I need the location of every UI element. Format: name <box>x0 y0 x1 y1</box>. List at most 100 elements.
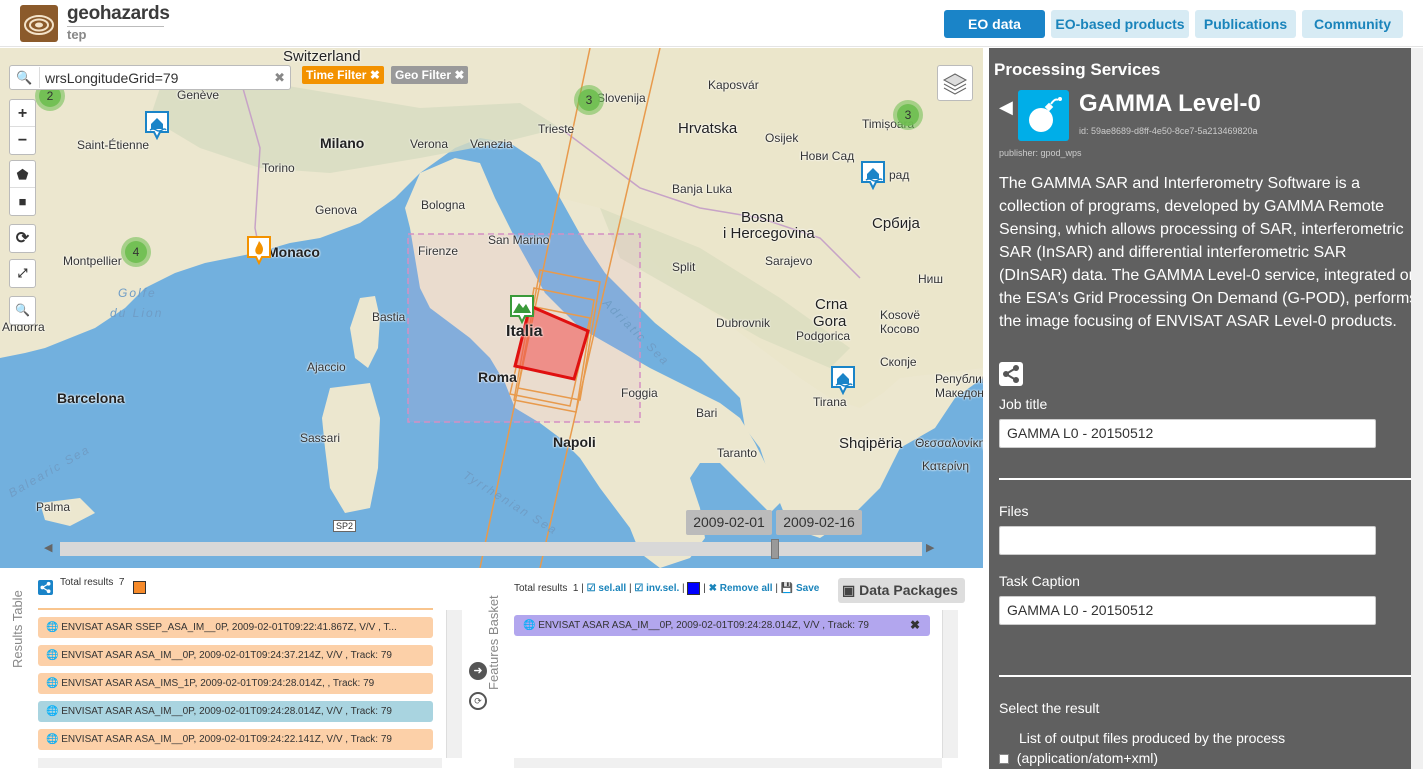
zoom-in-button[interactable]: + <box>10 100 35 127</box>
geo-filter-label: Geo Filter <box>395 68 452 82</box>
map-cluster[interactable]: 4 <box>121 237 151 267</box>
landslide-pin-icon[interactable] <box>509 294 535 324</box>
map-label: Trieste <box>538 122 575 136</box>
nav-eo-based-products[interactable]: EO-based products <box>1051 10 1189 38</box>
geo-filter-tag[interactable]: Geo Filter ✖ <box>391 66 469 84</box>
result-option-checkbox[interactable] <box>999 754 1009 765</box>
map-label: Република <box>935 372 983 386</box>
zoom-out-button[interactable]: − <box>10 127 35 154</box>
timeline-right-arrow-icon[interactable]: ▶ <box>926 541 934 554</box>
basket-color-swatch[interactable] <box>687 582 701 595</box>
map-label: Gora <box>813 313 847 330</box>
basket-hscrollbar[interactable] <box>514 758 942 768</box>
table-row[interactable]: 🌐 ENVISAT ASAR ASA_IMS_1P, 2009-02-01T09… <box>38 673 433 694</box>
map-label: Genève <box>177 88 220 102</box>
zoom-controls: + − <box>9 99 36 155</box>
map-label: Monaco <box>267 244 320 260</box>
map-cluster[interactable]: 3 <box>574 85 604 115</box>
fire-pin-icon[interactable] <box>246 235 272 265</box>
map-label: Ajaccio <box>307 360 346 374</box>
flood-pin-icon[interactable] <box>860 160 886 190</box>
time-filter-tag[interactable]: Time Filter ✖ <box>302 66 384 84</box>
remove-geo-filter-icon[interactable]: ✖ <box>454 68 464 82</box>
zoom-search-icon[interactable]: 🔍 <box>10 297 35 324</box>
map-label: Tirana <box>813 395 847 409</box>
task-caption-input[interactable]: GAMMA L0 - 20150512 <box>999 596 1376 625</box>
geohazards-logo-icon[interactable] <box>20 5 58 42</box>
nav-eo-data[interactable]: EO data <box>944 10 1045 38</box>
table-row[interactable]: 🌐 ENVISAT ASAR ASA_IM__0P, 2009-02-01T09… <box>38 645 433 666</box>
sync-icon[interactable]: ⟳ <box>469 692 487 710</box>
map-label: Slovenija <box>597 91 646 105</box>
share-icon <box>1003 365 1019 383</box>
search-icon[interactable]: 🔍 <box>16 70 32 86</box>
map-label: Bologna <box>421 198 466 212</box>
flood-pin-icon[interactable] <box>830 365 856 395</box>
results-table-tab[interactable]: Results Table <box>4 574 26 674</box>
timeline-start-date[interactable]: 2009-02-01 <box>686 510 772 535</box>
service-publisher: publisher: gpod_wps <box>999 148 1082 158</box>
draw-polygon-icon[interactable]: ⬟ <box>10 161 35 188</box>
map-cluster[interactable]: 3 <box>893 100 923 130</box>
panel-scrollbar[interactable] <box>1411 48 1423 769</box>
map-label: Kosovë <box>880 308 921 322</box>
basket-row[interactable]: 🌐 ENVISAT ASAR ASA_IM__0P, 2009-02-01T09… <box>514 615 930 636</box>
results-scrollbar[interactable] <box>446 610 462 758</box>
result-option-row[interactable]: (application/atom+xml) <box>999 750 1158 766</box>
share-results-icon[interactable] <box>38 580 53 595</box>
table-row[interactable]: 🌐 ENVISAT ASAR ASA_IM__0P, 2009-02-01T09… <box>38 729 433 750</box>
flood-pin-icon[interactable] <box>144 110 170 140</box>
timeline-handle[interactable] <box>771 539 779 559</box>
layers-button[interactable] <box>937 65 973 101</box>
save-button[interactable]: 💾 Save <box>781 583 820 594</box>
map-label: Banja Luka <box>672 182 733 196</box>
refresh-icon[interactable]: ⟳ <box>10 225 35 252</box>
features-basket-tab[interactable]: Features Basket <box>484 582 506 692</box>
map-label: Dubrovnik <box>716 316 771 330</box>
share-button[interactable] <box>999 362 1023 386</box>
map-label: Ниш <box>918 272 943 286</box>
results-color-swatch[interactable] <box>133 581 146 594</box>
remove-item-icon[interactable]: ✖ <box>910 615 920 636</box>
files-label: Files <box>999 503 1029 519</box>
files-input[interactable] <box>999 526 1376 555</box>
basket-total-count: 1 <box>572 583 579 595</box>
map-label: Roma <box>478 369 517 385</box>
move-to-basket-icon[interactable]: ➜ <box>469 662 487 680</box>
service-description: The GAMMA SAR and Interferometry Softwar… <box>999 175 1418 330</box>
data-packages-button[interactable]: ▣ Data Packages <box>838 578 965 603</box>
basket-scrollbar[interactable] <box>942 610 958 758</box>
timeline-end-date[interactable]: 2009-02-16 <box>776 510 862 535</box>
search-input[interactable] <box>39 67 269 88</box>
remove-all-button[interactable]: ✖ Remove all <box>709 583 773 594</box>
fullscreen-icon[interactable]: ⤢ <box>10 260 35 287</box>
map-label: Golfe <box>118 286 157 300</box>
timeline-slider[interactable] <box>60 539 922 559</box>
clear-search-icon[interactable]: ✖ <box>274 70 285 86</box>
map-label: рад <box>889 168 910 182</box>
nav-publications[interactable]: Publications <box>1195 10 1296 38</box>
globe-icon: 🌐 <box>46 650 59 661</box>
map-search[interactable]: 🔍 ✖ <box>9 65 291 90</box>
nav-community[interactable]: Community <box>1302 10 1403 38</box>
globe-icon: 🌐 <box>46 678 59 689</box>
features-basket-tab-label: Features Basket <box>486 595 501 690</box>
job-title-input[interactable]: GAMMA L0 - 20150512 <box>999 419 1376 448</box>
invert-selection-button[interactable]: ☑ inv.sel. <box>634 583 679 594</box>
back-arrow-icon[interactable]: ◀ <box>999 97 1013 118</box>
map-label: Genova <box>315 203 358 217</box>
timeline-left-arrow-icon[interactable]: ◀ <box>44 541 52 554</box>
draw-rectangle-icon[interactable]: ■ <box>10 188 35 215</box>
map-label: Torino <box>262 161 295 175</box>
results-row-partial <box>38 608 433 610</box>
results-hscrollbar[interactable] <box>38 758 442 768</box>
remove-time-filter-icon[interactable]: ✖ <box>370 68 380 82</box>
service-id: id: 59ae8689-d8ff-4e50-8ce7-5a213469820a <box>1079 126 1258 136</box>
table-row[interactable]: 🌐 ENVISAT ASAR SSEP_ASA_IM__0P, 2009-02-… <box>38 617 433 638</box>
table-row[interactable]: 🌐 ENVISAT ASAR ASA_IM__0P, 2009-02-01T09… <box>38 701 433 722</box>
task-caption-label: Task Caption <box>999 573 1080 589</box>
select-all-button[interactable]: ☑ sel.all <box>587 583 627 594</box>
section-divider <box>999 478 1411 480</box>
map-label: du Lion <box>110 306 164 320</box>
map-view[interactable]: Switzerland Slovenija Kaposvár Genève Mi… <box>0 48 983 568</box>
